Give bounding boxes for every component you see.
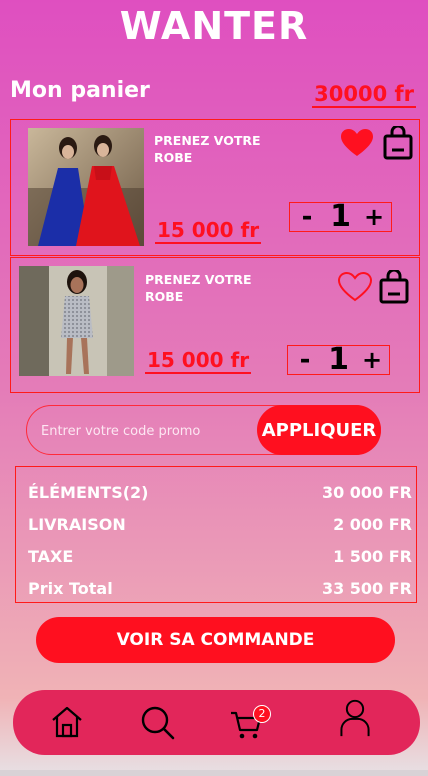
order-summary: ÉLÉMENTS(2) 30 000 FR LIVRAISON 2 000 FR… <box>15 466 417 603</box>
shopping-bag-icon[interactable] <box>379 268 409 304</box>
decrease-button[interactable]: - <box>296 204 318 230</box>
heart-outline-icon[interactable] <box>337 271 373 302</box>
decrease-button[interactable]: - <box>294 347 316 373</box>
summary-value: 33 500 FR <box>321 579 412 598</box>
item-price: 15 000 fr <box>145 348 252 374</box>
product-image[interactable] <box>19 266 134 376</box>
search-icon[interactable] <box>139 703 175 741</box>
summary-value: 30 000 FR <box>321 483 412 502</box>
page-title: Mon panier <box>10 78 150 103</box>
heart-filled-icon[interactable] <box>340 128 374 158</box>
summary-label: TAXE <box>28 547 74 566</box>
summary-label: LIVRAISON <box>28 515 126 534</box>
increase-button[interactable]: + <box>361 348 383 372</box>
quantity-value: 1 <box>330 199 351 234</box>
quantity-stepper: - 1 + <box>289 202 392 232</box>
home-indicator <box>0 770 428 776</box>
cart-item: PRENEZ VOTRE ROBE 15 000 fr - 1 + <box>10 119 420 256</box>
item-name: PRENEZ VOTRE ROBE <box>154 133 261 165</box>
bottom-nav: 2 <box>13 690 420 755</box>
shopping-bag-icon[interactable] <box>383 124 413 160</box>
cart-count-badge: 2 <box>253 705 271 723</box>
product-image[interactable] <box>28 128 144 246</box>
cart-item: PRENEZ VOTRE ROBE 15 000 fr - 1 + <box>10 257 420 393</box>
apply-promo-button[interactable]: APPLIQUER <box>257 405 381 455</box>
view-order-button[interactable]: VOIR SA COMMANDE <box>36 617 395 663</box>
quantity-value: 1 <box>328 342 349 377</box>
summary-value: 1 500 FR <box>333 547 412 566</box>
item-price: 15 000 fr <box>155 218 262 244</box>
promo-code-input[interactable] <box>41 418 251 444</box>
summary-label: Prix Total <box>28 579 113 598</box>
summary-value: 2 000 FR <box>333 515 412 534</box>
promo-code-form: APPLIQUER <box>26 405 381 455</box>
cart-total: 30000 fr <box>312 82 416 108</box>
profile-icon[interactable] <box>337 699 373 737</box>
increase-button[interactable]: + <box>363 205 385 229</box>
item-name: PRENEZ VOTRE ROBE <box>145 272 252 304</box>
home-icon[interactable] <box>49 703 85 741</box>
app-brand: WANTER <box>119 4 309 48</box>
quantity-stepper: - 1 + <box>287 345 390 375</box>
summary-label: ÉLÉMENTS(2) <box>28 483 149 502</box>
